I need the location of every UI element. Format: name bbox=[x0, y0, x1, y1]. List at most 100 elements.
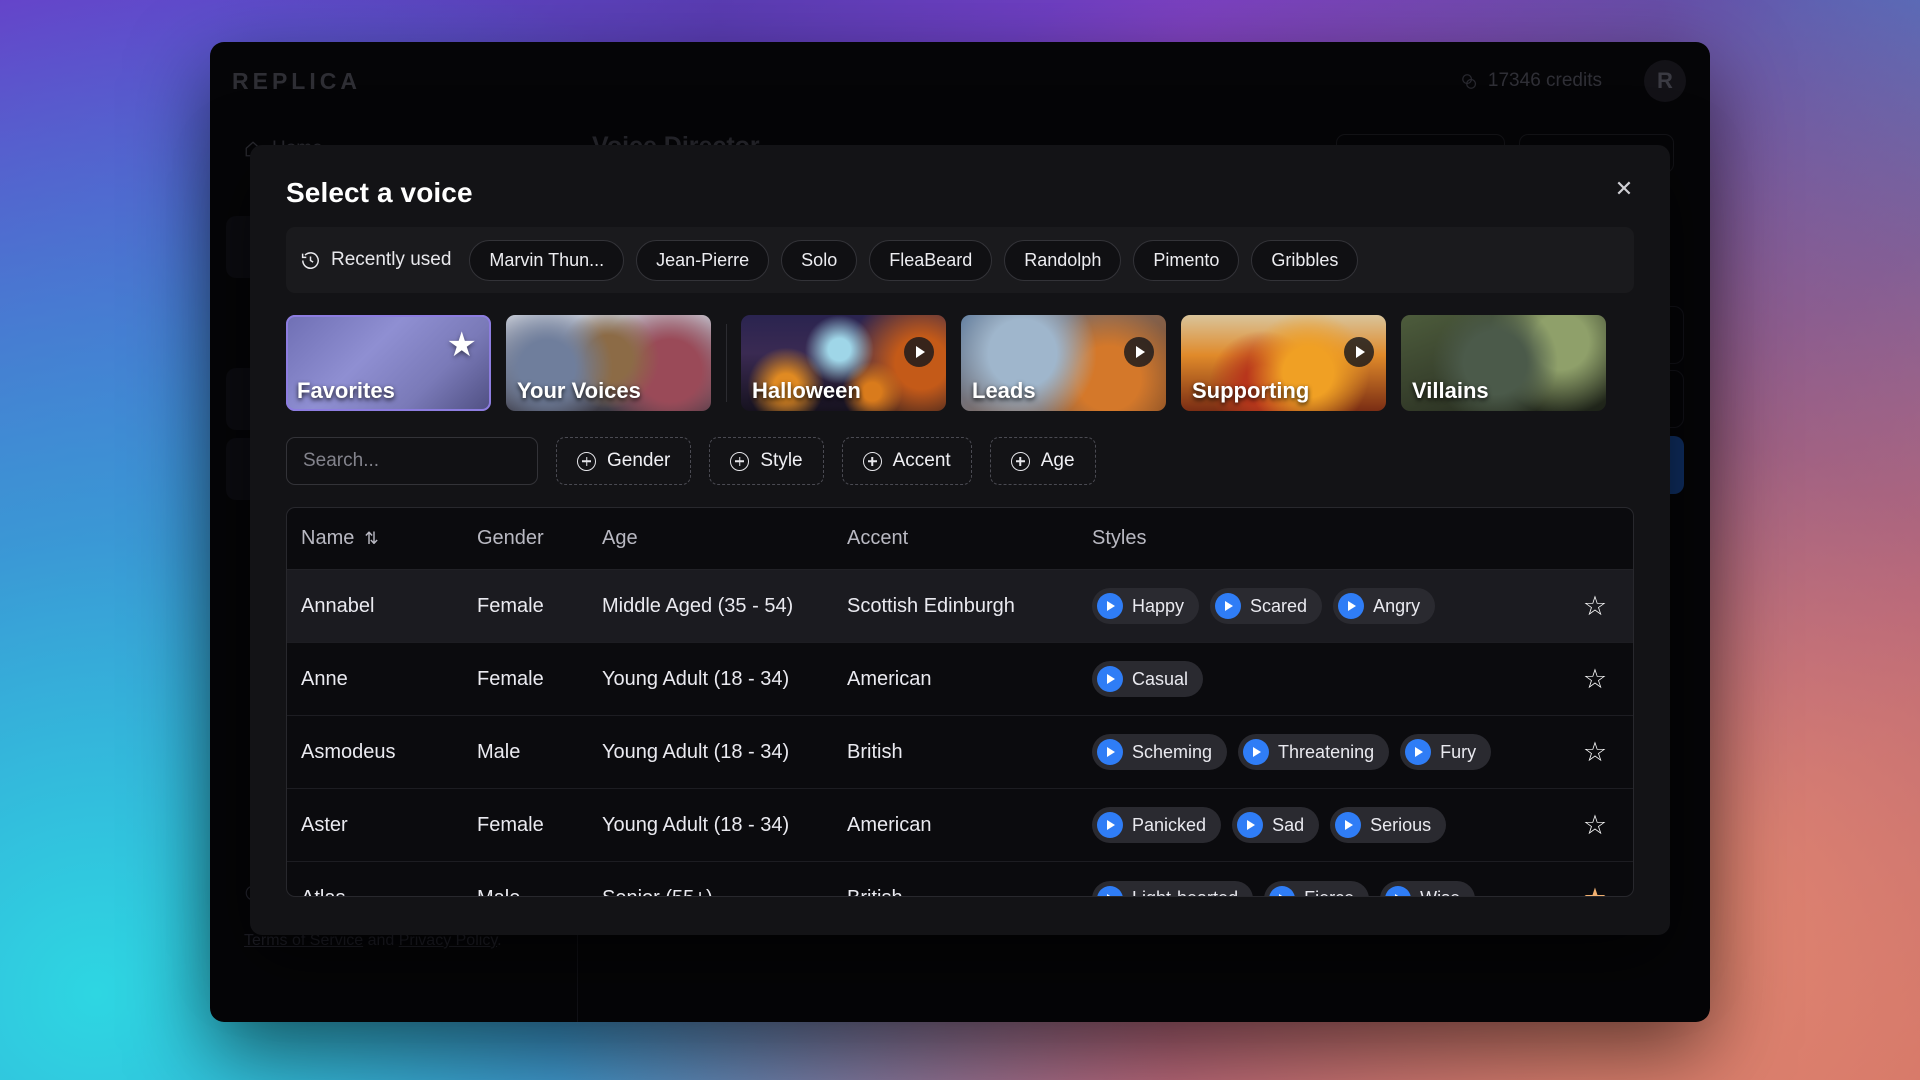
close-icon[interactable]: ✕ bbox=[1606, 171, 1642, 207]
voice-name: Aster bbox=[301, 813, 348, 836]
table-header: Name ⇅ Gender Age Accent Styles bbox=[287, 508, 1633, 570]
table-row[interactable]: Aster Female Young Adult (18 - 34) American… bbox=[287, 789, 1633, 862]
style-badge[interactable]: Serious bbox=[1330, 807, 1447, 843]
play-icon[interactable] bbox=[1097, 885, 1123, 896]
play-icon[interactable] bbox=[1237, 812, 1264, 838]
style-badge[interactable]: Scheming bbox=[1092, 734, 1228, 770]
style-badge[interactable]: Scared bbox=[1210, 588, 1323, 624]
voice-styles: Casual bbox=[1092, 661, 1557, 697]
recently-used-strip: Recently used Marvin Thun... Jean-Pierre S… bbox=[286, 227, 1634, 293]
star-outline-icon[interactable]: ☆ bbox=[1583, 811, 1607, 839]
play-icon[interactable] bbox=[1335, 812, 1362, 838]
recent-voice-chip[interactable]: FleaBeard bbox=[869, 239, 993, 281]
play-icon[interactable] bbox=[1269, 885, 1296, 896]
style-badge[interactable]: Wise bbox=[1380, 880, 1476, 896]
play-icon[interactable] bbox=[1097, 812, 1123, 838]
style-badge[interactable]: Fury bbox=[1400, 734, 1492, 770]
filter-button-style[interactable]: Style bbox=[709, 437, 824, 485]
voice-accent: British bbox=[847, 887, 1092, 896]
search-input[interactable] bbox=[286, 437, 538, 485]
recent-voice-chip[interactable]: Solo bbox=[781, 239, 858, 281]
style-badge[interactable]: Panicked bbox=[1092, 807, 1222, 843]
column-header-name[interactable]: Name ⇅ bbox=[301, 527, 477, 550]
filter-button-gender[interactable]: Gender bbox=[556, 437, 692, 485]
filter-button-label: Style bbox=[760, 450, 803, 471]
play-icon[interactable] bbox=[1124, 337, 1154, 367]
voice-styles: Happy Scared Angry bbox=[1092, 588, 1557, 624]
star-outline-icon[interactable]: ☆ bbox=[1583, 592, 1607, 620]
style-badge[interactable]: Angry bbox=[1333, 588, 1436, 624]
category-card-label: Supporting bbox=[1192, 378, 1310, 403]
star-filled-icon[interactable]: ★ bbox=[1583, 885, 1607, 897]
recently-used-label: Recently used bbox=[331, 249, 452, 270]
recent-voice-chip[interactable]: Gribbles bbox=[1251, 239, 1359, 281]
filter-button-age[interactable]: Age bbox=[989, 437, 1096, 485]
favorite-cell: ☆ bbox=[1557, 811, 1633, 839]
recent-voice-chip[interactable]: Pimento bbox=[1133, 239, 1240, 281]
play-icon[interactable] bbox=[1338, 593, 1365, 619]
column-header-gender: Gender bbox=[477, 527, 544, 549]
star-outline-icon[interactable]: ☆ bbox=[1583, 738, 1607, 766]
play-icon[interactable] bbox=[1385, 885, 1412, 896]
select-voice-modal: Select a voice ✕ Recently used Marvin Th… bbox=[250, 145, 1670, 935]
voice-gender: Female bbox=[477, 813, 544, 836]
category-card-favorites[interactable]: ★ Favorites bbox=[286, 315, 491, 411]
play-icon[interactable] bbox=[904, 337, 934, 367]
voice-gender: Male bbox=[477, 887, 602, 896]
style-badge[interactable]: Happy bbox=[1092, 588, 1200, 624]
recent-voice-chip[interactable]: Marvin Thun... bbox=[469, 239, 625, 281]
play-icon[interactable] bbox=[1215, 593, 1242, 619]
table-row[interactable]: Annabel Female Middle Aged (35 - 54) Scotti… bbox=[287, 570, 1633, 643]
voice-gender: Male bbox=[477, 740, 521, 763]
style-badge-label: Fury bbox=[1440, 741, 1477, 762]
table-row[interactable]: AtlasMaleSenior (55+)BritishLight-hearte… bbox=[287, 862, 1633, 897]
filter-button-label: Age bbox=[1040, 450, 1075, 471]
table-row[interactable]: Anne Female Young Adult (18 - 34) American C… bbox=[287, 643, 1633, 716]
column-header-name-label: Name bbox=[301, 527, 355, 549]
voice-age: Senior (55+) bbox=[602, 887, 847, 896]
category-card-your-voices[interactable]: Your Voices bbox=[506, 315, 711, 411]
replica-logo: REPLICA bbox=[232, 68, 361, 94]
style-badge[interactable]: Sad bbox=[1232, 807, 1320, 843]
style-badge-label: Panicked bbox=[1132, 814, 1207, 835]
voice-gender: Female bbox=[477, 594, 544, 617]
play-icon[interactable] bbox=[1097, 593, 1123, 619]
style-badge[interactable]: Casual bbox=[1092, 661, 1204, 697]
style-badge-label: Scheming bbox=[1132, 741, 1213, 762]
play-icon[interactable] bbox=[1405, 739, 1432, 765]
style-badge-label: Scared bbox=[1250, 595, 1308, 616]
category-card-supporting[interactable]: Supporting bbox=[1181, 315, 1386, 411]
play-icon[interactable] bbox=[1243, 739, 1270, 765]
style-badge[interactable]: Light-hearted bbox=[1092, 880, 1254, 896]
column-header-accent: Accent bbox=[847, 527, 909, 549]
play-icon[interactable] bbox=[1097, 666, 1123, 692]
recently-used-chips: Marvin Thun... Jean-Pierre Solo FleaBeard Ra… bbox=[469, 239, 1359, 281]
avatar[interactable]: R bbox=[1644, 60, 1686, 102]
filter-button-label: Gender bbox=[607, 450, 671, 471]
style-badge-label: Sad bbox=[1272, 814, 1305, 835]
favorite-cell: ☆ bbox=[1557, 665, 1633, 693]
play-icon[interactable] bbox=[1097, 739, 1123, 765]
category-card-villains[interactable]: Villains bbox=[1401, 315, 1606, 411]
app-top-bar: REPLICA 17346 credits R bbox=[210, 42, 1710, 120]
desktop-background: REPLICA 17346 credits R Home Voice Direc… bbox=[0, 0, 1920, 1080]
filter-row: Gender Style Accent Age bbox=[286, 437, 1096, 485]
plus-circle-icon bbox=[1010, 451, 1030, 471]
voice-name: Anne bbox=[301, 667, 348, 690]
category-card-leads[interactable]: Leads bbox=[961, 315, 1166, 411]
voice-table: Name ⇅ Gender Age Accent Styles Annabel F… bbox=[286, 507, 1634, 897]
credits-label: 17346 credits bbox=[1487, 70, 1602, 91]
recent-voice-chip[interactable]: Randolph bbox=[1004, 239, 1122, 281]
credits-indicator[interactable]: 17346 credits bbox=[1444, 62, 1618, 100]
table-row[interactable]: Asmodeus Male Young Adult (18 - 34) British… bbox=[287, 716, 1633, 789]
play-icon[interactable] bbox=[1344, 337, 1374, 367]
style-badge-label: Serious bbox=[1370, 814, 1432, 835]
recent-voice-chip[interactable]: Jean-Pierre bbox=[636, 239, 770, 281]
category-card-label: Your Voices bbox=[517, 378, 641, 403]
style-badge[interactable]: Fierce bbox=[1264, 880, 1370, 896]
style-badge[interactable]: Threatening bbox=[1238, 734, 1390, 770]
category-card-label: Leads bbox=[972, 378, 1036, 403]
category-card-halloween[interactable]: Halloween bbox=[741, 315, 946, 411]
filter-button-accent[interactable]: Accent bbox=[841, 437, 972, 485]
star-outline-icon[interactable]: ☆ bbox=[1583, 665, 1607, 693]
